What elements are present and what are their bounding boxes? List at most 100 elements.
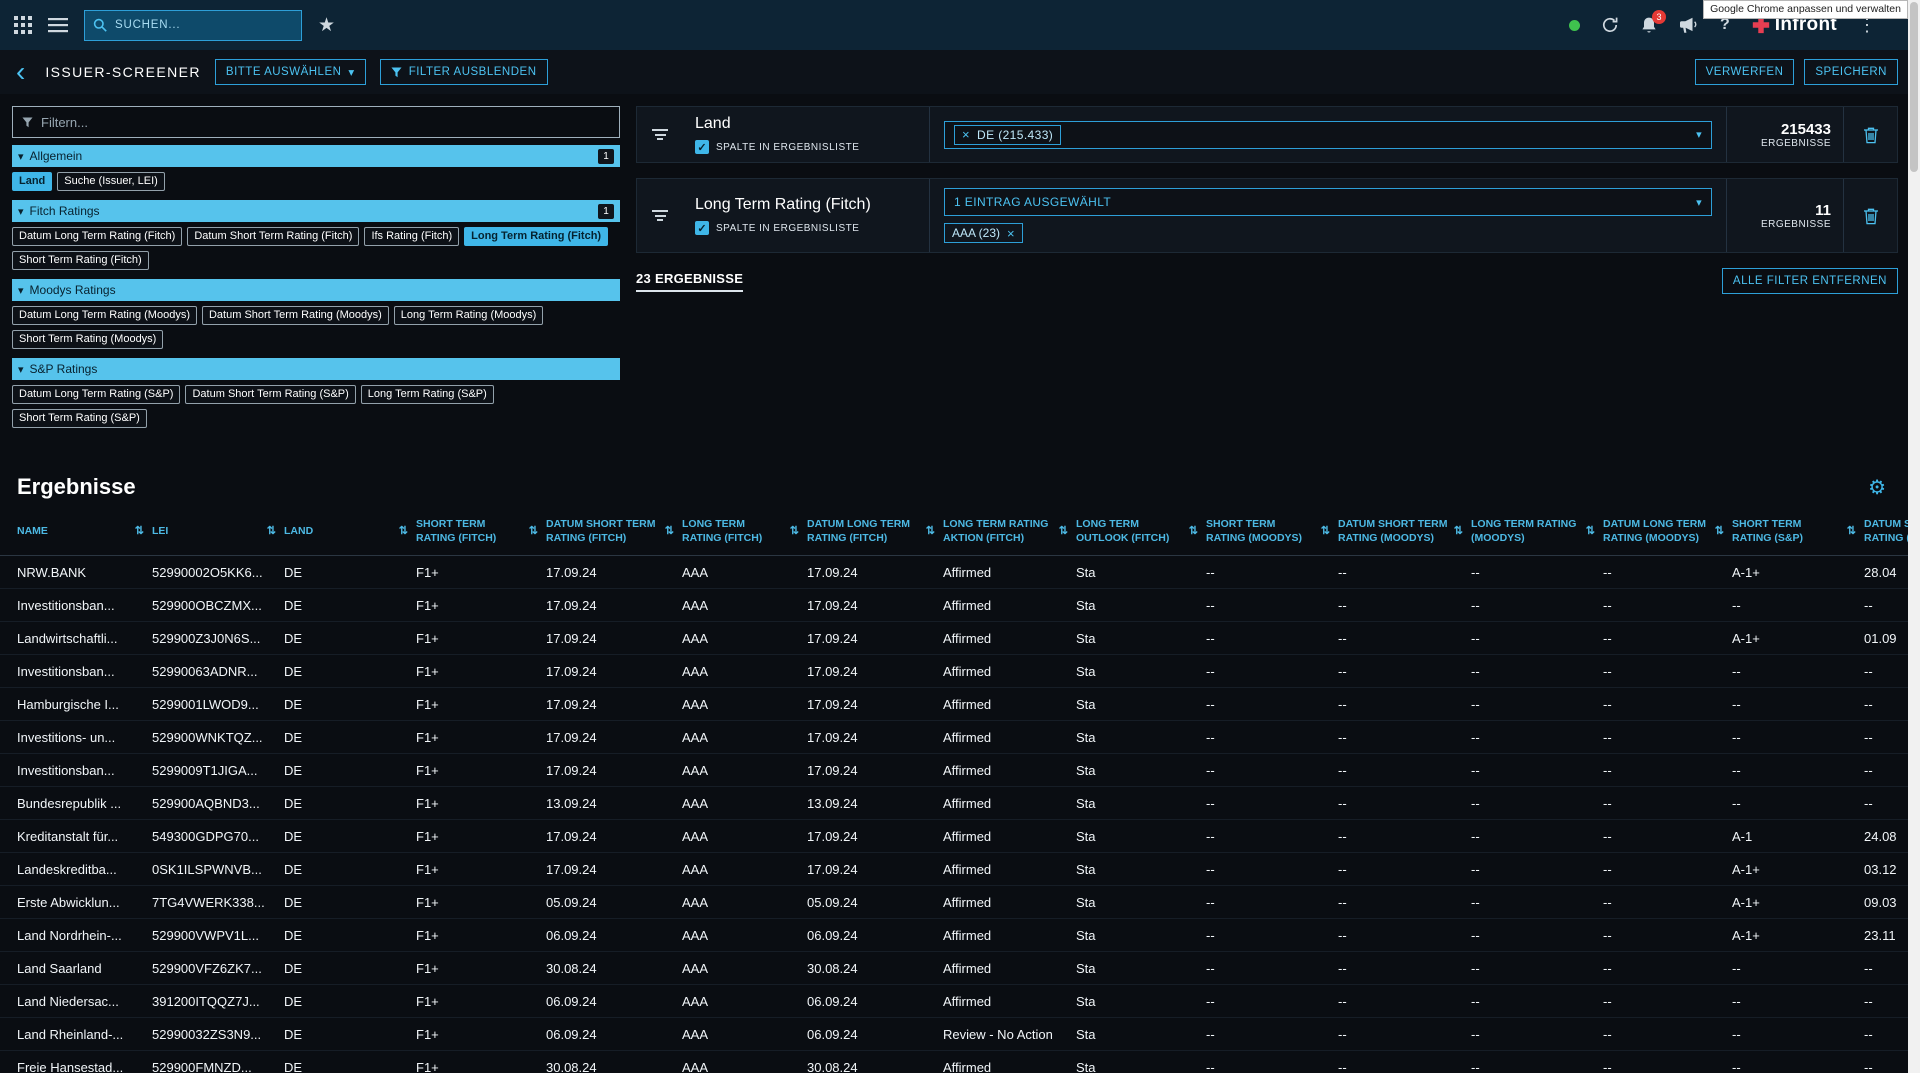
filter-chip[interactable]: Datum Short Term Rating (Moodys) — [202, 306, 389, 325]
table-row[interactable]: Investitions- un...529900WNKTQZ...DEF1+1… — [0, 721, 1908, 754]
sort-icon[interactable]: ⇅ — [665, 524, 674, 538]
favorite-star-icon[interactable]: ★ — [318, 14, 335, 37]
hide-filters-button[interactable]: FILTER AUSBLENDEN — [380, 59, 548, 85]
announcements-megaphone-icon[interactable] — [1679, 17, 1699, 34]
filter-chip[interactable]: Long Term Rating (Fitch) — [464, 227, 608, 246]
column-header[interactable]: LONG TERM RATING AKTION (FITCH)⇅ — [943, 518, 1076, 545]
browser-scrollbar[interactable] — [1908, 0, 1920, 1073]
filter-chip[interactable]: Datum Long Term Rating (S&P) — [12, 385, 180, 404]
column-header[interactable]: SHORT TERM RATING (MOODYS)⇅ — [1206, 518, 1338, 545]
sort-icon[interactable]: ⇅ — [1715, 524, 1724, 538]
land-value-select[interactable]: × DE (215.433) ▾ — [944, 121, 1712, 149]
filter-chip[interactable]: Datum Long Term Rating (Fitch) — [12, 227, 182, 246]
column-header[interactable]: LONG TERM RATING (MOODYS)⇅ — [1471, 518, 1603, 545]
filter-chip[interactable]: Short Term Rating (Moodys) — [12, 330, 163, 349]
table-row[interactable]: Landwirtschaftli...529900Z3J0N6S...DEF1+… — [0, 622, 1908, 655]
sort-icon[interactable]: ⇅ — [529, 524, 538, 538]
table-settings-gear-icon[interactable]: ⚙ — [1868, 475, 1886, 500]
sort-icon[interactable]: ⇅ — [1059, 524, 1068, 538]
table-row[interactable]: Hamburgische I...5299001LWOD9...DEF1+17.… — [0, 688, 1908, 721]
filter-chip[interactable]: Land — [12, 172, 52, 191]
discard-button[interactable]: VERWERFEN — [1695, 59, 1795, 85]
back-button[interactable]: ‹ — [10, 58, 31, 86]
notifications-bell-icon[interactable]: 3 — [1640, 16, 1658, 35]
filter-section-header[interactable]: ▾S&P Ratings — [12, 358, 620, 380]
checkbox-checked-icon[interactable]: ✓ — [695, 140, 709, 154]
table-row[interactable]: Freie Hansestad...529900FMNZD...DEF1+30.… — [0, 1051, 1908, 1073]
delete-filter-button[interactable] — [1843, 107, 1897, 162]
preset-select[interactable]: BITTE AUSWÄHLEN ▾ — [215, 59, 366, 85]
table-row[interactable]: Land Niedersac...391200ITQQZ7J...DEF1+06… — [0, 985, 1908, 1018]
filter-chip[interactable]: Suche (Issuer, LEI) — [57, 172, 165, 191]
column-header[interactable]: LAND⇅ — [284, 524, 416, 538]
sort-icon[interactable]: ⇅ — [1454, 524, 1463, 538]
clear-all-filters-button[interactable]: ALLE FILTER ENTFERNEN — [1722, 268, 1898, 294]
drag-handle-icon[interactable] — [637, 179, 683, 252]
column-header[interactable]: NAME⇅ — [17, 524, 152, 538]
sort-icon[interactable]: ⇅ — [1189, 524, 1198, 538]
delete-filter-button[interactable] — [1843, 179, 1897, 252]
sort-icon[interactable]: ⇅ — [1586, 524, 1595, 538]
selected-value-chip[interactable]: × DE (215.433) — [954, 125, 1061, 145]
filter-chip[interactable]: Long Term Rating (Moodys) — [394, 306, 544, 325]
sort-icon[interactable]: ⇅ — [267, 524, 276, 538]
sort-icon[interactable]: ⇅ — [790, 524, 799, 538]
remove-value-icon[interactable]: × — [1007, 227, 1015, 240]
table-row[interactable]: Landeskreditba...0SK1ILSPWNVB...DEF1+17.… — [0, 853, 1908, 886]
search-input[interactable]: SUCHEN... — [84, 10, 302, 41]
table-cell: DE — [284, 862, 416, 877]
filter-chip[interactable]: Long Term Rating (S&P) — [361, 385, 494, 404]
table-row[interactable]: Investitionsban...5299009T1JIGA...DEF1+1… — [0, 754, 1908, 787]
sort-icon[interactable]: ⇅ — [1847, 524, 1856, 538]
drag-handle-icon[interactable] — [637, 107, 683, 162]
filter-chip[interactable]: Datum Long Term Rating (Moodys) — [12, 306, 197, 325]
column-header[interactable]: DATUM SHORT TERM RATING (MOODYS)⇅ — [1338, 518, 1471, 545]
table-row[interactable]: Erste Abwicklun...7TG4VWERK338...DEF1+05… — [0, 886, 1908, 919]
filter-chip[interactable]: Datum Short Term Rating (Fitch) — [187, 227, 359, 246]
rating-value-select[interactable]: 1 EINTRAG AUSGEWÄHLT ▾ — [944, 188, 1712, 216]
table-row[interactable]: Investitionsban...52990063ADNR...DEF1+17… — [0, 655, 1908, 688]
filter-chip[interactable]: Short Term Rating (S&P) — [12, 409, 147, 428]
menu-icon[interactable] — [48, 17, 68, 33]
table-row[interactable]: Land Saarland529900VFZ6ZK7...DEF1+30.08.… — [0, 952, 1908, 985]
table-cell: -- — [1603, 862, 1732, 877]
filter-section-header[interactable]: ▾Moodys Ratings — [12, 279, 620, 301]
column-header[interactable]: LEI⇅ — [152, 524, 284, 538]
filter-section-header[interactable]: ▾Allgemein1 — [12, 145, 620, 167]
column-in-results-toggle[interactable]: ✓ SPALTE IN ERGEBNISLISTE — [695, 221, 917, 235]
column-header[interactable]: DATUM LONG TERM RATING (FITCH)⇅ — [807, 518, 943, 545]
sort-icon[interactable]: ⇅ — [135, 524, 144, 538]
filter-chip[interactable]: Datum Short Term Rating (S&P) — [185, 385, 355, 404]
table-row[interactable]: Land Rheinland-...52990032ZS3N9...DEF1+0… — [0, 1018, 1908, 1051]
filter-search-input[interactable]: Filtern... — [12, 106, 620, 138]
selected-value-chip[interactable]: AAA (23) × — [944, 223, 1023, 243]
column-header[interactable]: SHORT TERM RATING (S&P)⇅ — [1732, 518, 1864, 545]
save-button[interactable]: SPEICHERN — [1804, 59, 1898, 85]
filter-section-header[interactable]: ▾Fitch Ratings1 — [12, 200, 620, 222]
apps-grid-icon[interactable] — [14, 16, 32, 34]
remove-value-icon[interactable]: × — [962, 128, 970, 141]
column-in-results-toggle[interactable]: ✓ SPALTE IN ERGEBNISLISTE — [695, 140, 917, 154]
table-row[interactable]: Investitionsban...529900OBCZMX...DEF1+17… — [0, 589, 1908, 622]
column-header[interactable]: SHORT TERM RATING (FITCH)⇅ — [416, 518, 546, 545]
table-cell: -- — [1732, 763, 1864, 778]
column-header[interactable]: LONG TERM RATING (FITCH)⇅ — [682, 518, 807, 545]
filter-chip[interactable]: Short Term Rating (Fitch) — [12, 251, 149, 270]
refresh-icon[interactable] — [1601, 16, 1619, 34]
sort-icon[interactable]: ⇅ — [1321, 524, 1330, 538]
checkbox-checked-icon[interactable]: ✓ — [695, 221, 709, 235]
sort-icon[interactable]: ⇅ — [926, 524, 935, 538]
column-header[interactable]: DATUM LONG TERM RATING (MOODYS)⇅ — [1603, 518, 1732, 545]
preset-select-label: BITTE AUSWÄHLEN — [226, 66, 342, 78]
table-cell: -- — [1471, 829, 1603, 844]
filter-chip[interactable]: Ifs Rating (Fitch) — [364, 227, 459, 246]
column-header[interactable]: DATUM SHORT TERM RATING (S&P)⇅ — [1864, 518, 1908, 545]
table-row[interactable]: Land Nordrhein-...529900VWPV1L...DEF1+06… — [0, 919, 1908, 952]
scrollbar-thumb[interactable] — [1910, 2, 1918, 172]
column-header[interactable]: DATUM SHORT TERM RATING (FITCH)⇅ — [546, 518, 682, 545]
sort-icon[interactable]: ⇅ — [399, 524, 408, 538]
column-header[interactable]: LONG TERM OUTLOOK (FITCH)⇅ — [1076, 518, 1206, 545]
table-row[interactable]: NRW.BANK52990002O5KK6...DEF1+17.09.24AAA… — [0, 556, 1908, 589]
table-row[interactable]: Kreditanstalt für...549300GDPG70...DEF1+… — [0, 820, 1908, 853]
table-row[interactable]: Bundesrepublik ...529900AQBND3...DEF1+13… — [0, 787, 1908, 820]
